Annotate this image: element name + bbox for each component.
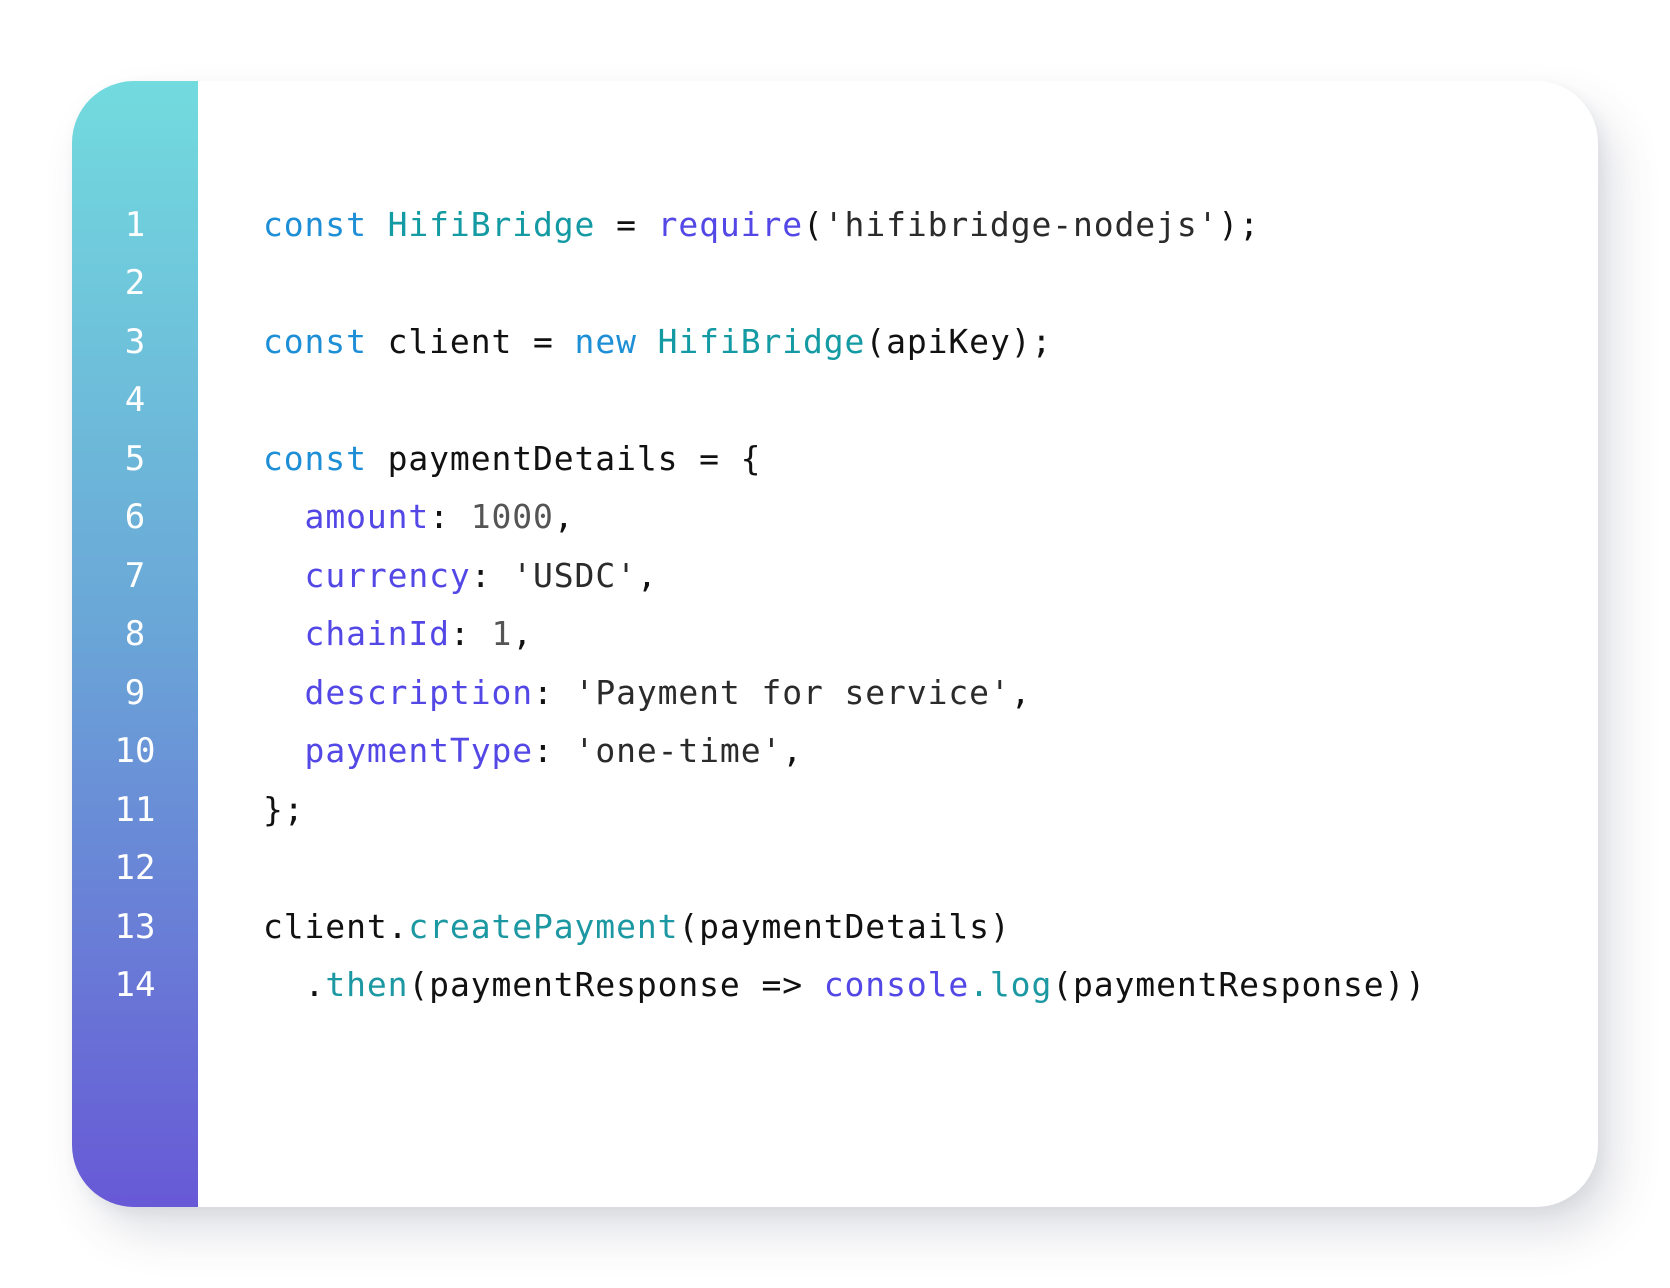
code-token-func: .log bbox=[969, 965, 1053, 1004]
code-token-keyword: const bbox=[263, 439, 367, 478]
code-token-ident: client bbox=[387, 322, 513, 361]
code-token-punct: = { bbox=[678, 439, 762, 478]
code-token-class: HifiBridge bbox=[387, 205, 596, 244]
code-token-punct: ) bbox=[989, 907, 1011, 946]
line-number: 10 bbox=[114, 731, 156, 771]
code-token-string: 'USDC' bbox=[512, 556, 637, 595]
code-token-number: 1 bbox=[491, 614, 513, 653]
code-line: description: 'Payment for service', bbox=[263, 673, 1031, 713]
code-token-punct: ( bbox=[865, 322, 887, 361]
line-number: 2 bbox=[124, 263, 146, 303]
line-number: 5 bbox=[124, 439, 146, 479]
line-number: 7 bbox=[124, 556, 146, 596]
line-number: 8 bbox=[124, 614, 146, 654]
code-token-ident: client bbox=[263, 907, 388, 946]
code-line: client.createPayment(paymentDetails) bbox=[263, 907, 1011, 947]
code-token-prop: description bbox=[304, 673, 533, 712]
code-line: const paymentDetails = { bbox=[263, 439, 761, 479]
code-token-punct: : bbox=[470, 556, 513, 595]
code-token-prop: paymentType bbox=[304, 731, 533, 770]
code-token-punct bbox=[263, 556, 305, 595]
code-token-punct: ( bbox=[803, 205, 824, 244]
code-token-ident: paymentResponse bbox=[1073, 965, 1385, 1004]
code-token-punct: ( bbox=[1052, 965, 1073, 1004]
code-token-func: then bbox=[325, 965, 409, 1004]
code-token-punct: , bbox=[782, 731, 804, 770]
line-number: 9 bbox=[124, 673, 146, 713]
code-line: .then(paymentResponse => console.log(pay… bbox=[263, 965, 1426, 1005]
code-token-punct: ); bbox=[1010, 322, 1053, 361]
line-number-gutter: 1 2 3 4 5 6 7 8 9 10 11 12 13 14 bbox=[72, 81, 198, 1207]
code-token-prop: chainId bbox=[304, 614, 450, 653]
code-token-punct bbox=[263, 731, 305, 770]
code-token-ident: paymentResponse bbox=[429, 965, 741, 1004]
code-token-keyword: const bbox=[263, 205, 367, 244]
code-token-punct bbox=[637, 322, 658, 361]
code-token-punct: : bbox=[449, 614, 492, 653]
line-number: 4 bbox=[124, 380, 146, 420]
line-number: 12 bbox=[114, 848, 156, 888]
code-token-prop: amount bbox=[304, 497, 430, 536]
code-line: paymentType: 'one-time', bbox=[263, 731, 803, 771]
code-token-ident: apiKey bbox=[886, 322, 1011, 361]
code-token-punct: ( bbox=[408, 965, 430, 1004]
code-token-punct: = bbox=[595, 205, 658, 244]
code-token-punct: ( bbox=[678, 907, 700, 946]
code-line: const client = new HifiBridge(apiKey); bbox=[263, 322, 1052, 362]
code-token-punct bbox=[367, 205, 388, 244]
code-token-string: 'Payment for service' bbox=[574, 673, 1011, 712]
code-line: chainId: 1, bbox=[263, 614, 533, 654]
line-number: 13 bbox=[114, 907, 156, 947]
code-token-punct: . bbox=[387, 907, 409, 946]
code-token-punct: : bbox=[429, 497, 471, 536]
code-token-punct: = bbox=[512, 322, 575, 361]
code-token-class: HifiBridge bbox=[657, 322, 866, 361]
code-token-punct: }; bbox=[263, 790, 305, 829]
code-token-punct bbox=[367, 439, 388, 478]
line-number: 3 bbox=[124, 322, 146, 362]
code-token-builtin: require bbox=[657, 205, 803, 244]
code-token-punct: )) bbox=[1384, 965, 1427, 1004]
line-number: 6 bbox=[124, 497, 146, 537]
code-token-keyword: new bbox=[574, 322, 637, 361]
line-number: 14 bbox=[114, 965, 156, 1005]
code-token-punct: , bbox=[512, 614, 534, 653]
code-token-ident: paymentDetails bbox=[387, 439, 679, 478]
code-token-punct: , bbox=[553, 497, 575, 536]
code-token-punct: : bbox=[533, 673, 575, 712]
code-token-ident: paymentDetails bbox=[699, 907, 990, 946]
code-line: currency: 'USDC', bbox=[263, 556, 658, 596]
code-token-punct bbox=[263, 497, 305, 536]
code-line: }; bbox=[263, 790, 305, 830]
code-token-punct: . bbox=[263, 965, 326, 1004]
code-token-punct: , bbox=[1010, 673, 1032, 712]
line-number: 11 bbox=[114, 790, 156, 830]
line-number: 1 bbox=[124, 205, 146, 245]
code-line: amount: 1000, bbox=[263, 497, 575, 537]
code-token-prop: currency bbox=[304, 556, 471, 595]
code-token-keyword: const bbox=[263, 322, 367, 361]
code-token-punct bbox=[263, 673, 305, 712]
code-token-punct: ); bbox=[1218, 205, 1260, 244]
code-line: const HifiBridge = require('hifibridge-n… bbox=[263, 205, 1260, 245]
code-token-string: 'hifibridge-nodejs' bbox=[823, 205, 1219, 244]
code-token-punct: => bbox=[740, 965, 824, 1004]
code-token-string: 'one-time' bbox=[574, 731, 783, 770]
code-token-number: 1000 bbox=[470, 497, 554, 536]
code-token-builtin: console bbox=[823, 965, 970, 1004]
code-token-punct bbox=[367, 322, 388, 361]
code-token-punct: : bbox=[533, 731, 575, 770]
code-snippet-card: 1 2 3 4 5 6 7 8 9 10 11 12 13 14 const H… bbox=[72, 81, 1598, 1207]
code-token-func: createPayment bbox=[408, 907, 679, 946]
code-token-punct bbox=[263, 614, 305, 653]
code-token-punct: , bbox=[636, 556, 658, 595]
